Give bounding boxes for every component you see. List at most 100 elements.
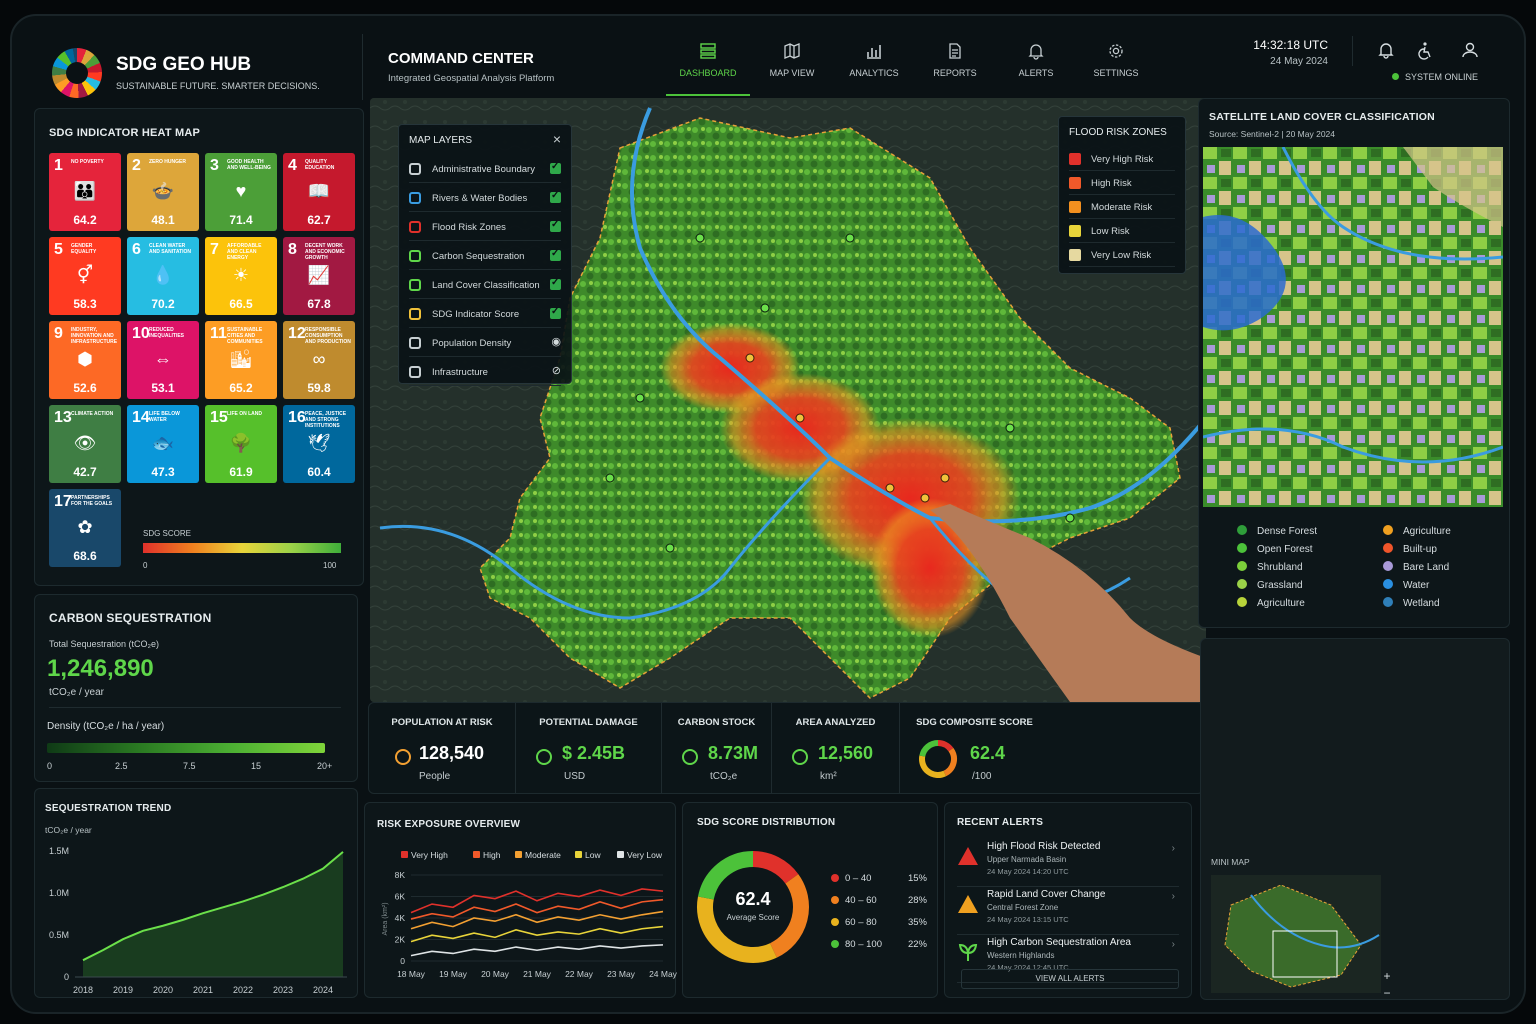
- nav-alerts[interactable]: ALERTS: [994, 42, 1078, 96]
- sdg-tile-value: 47.3: [151, 465, 175, 479]
- trend-area: [83, 851, 343, 977]
- sdg-tile-5[interactable]: 5 GENDER EQUALITY ⚥ 58.3: [49, 237, 121, 315]
- alert-title: High Carbon Sequestration Area: [987, 937, 1131, 948]
- series-line: [410, 910, 664, 930]
- sdg-tile-13[interactable]: 13 CLIMATE ACTION 👁 42.7: [49, 405, 121, 483]
- layer-toggle[interactable]: Administrative Boundary: [409, 155, 561, 183]
- alert-item[interactable]: High Flood Risk Detected Upper Narmada Ba…: [957, 839, 1179, 887]
- checkbox[interactable]: [550, 190, 561, 203]
- land-cover-legend-item: Agriculture: [1383, 525, 1451, 537]
- satellite-image[interactable]: [1203, 147, 1503, 507]
- sdg-point[interactable]: [760, 303, 770, 313]
- sdg-goal-icon: 📈: [307, 265, 331, 285]
- sdg-tile-label: SUSTAINABLE CITIES AND COMMUNITIES: [227, 327, 263, 345]
- layer-toggle[interactable]: Rivers & Water Bodies: [409, 184, 561, 212]
- notification-bell-icon[interactable]: [1376, 40, 1396, 60]
- risk-point[interactable]: [885, 483, 895, 493]
- sdg-tile-3[interactable]: 3 GOOD HEALTH AND WELL-BEING ♥ 71.4: [205, 153, 277, 231]
- risk-point[interactable]: [745, 353, 755, 363]
- sdg-tile-10[interactable]: 10 REDUCED INEQUALITIES ⇔ 53.1: [127, 321, 199, 399]
- nav-analytics[interactable]: ANALYTICS: [832, 42, 916, 96]
- sdg-tile-14[interactable]: 14 LIFE BELOW WATER 🐟 47.3: [127, 405, 199, 483]
- sdg-goal-icon: 🏙: [229, 349, 253, 369]
- layer-toggle[interactable]: Flood Risk Zones: [409, 213, 561, 241]
- nav-dashboard[interactable]: DASHBOARD: [666, 42, 750, 96]
- sdg-point[interactable]: [635, 393, 645, 403]
- legend-dot: [1383, 525, 1393, 535]
- checkbox[interactable]: [550, 277, 561, 290]
- nav-alerts-label: ALERTS: [1018, 68, 1054, 78]
- sdg-tile-8[interactable]: 8 DECENT WORK AND ECONOMIC GROWTH 📈 67.8: [283, 237, 355, 315]
- layer-toggle[interactable]: Population Density ◉: [409, 329, 561, 357]
- sdg-tile-12[interactable]: 12 RESPONSIBLE CONSUMPTION AND PRODUCTION…: [283, 321, 355, 399]
- sdg-tile-label: PARTNERSHIPS FOR THE GOALS: [71, 495, 113, 507]
- legend-dot: [831, 896, 839, 904]
- sdg-tile-11[interactable]: 11 SUSTAINABLE CITIES AND COMMUNITIES 🏙 65.…: [205, 321, 277, 399]
- sdg-tile-2[interactable]: 2 ZERO HUNGER 🍲 48.1: [127, 153, 199, 231]
- sdg-point[interactable]: [695, 233, 705, 243]
- minimap-canvas[interactable]: [1211, 875, 1381, 993]
- density-tick: 20+: [317, 761, 333, 771]
- zoom-in-button[interactable]: +: [1377, 969, 1397, 985]
- chevron-right-icon: ›: [1171, 891, 1175, 902]
- y-tick-label: 6K: [395, 892, 406, 902]
- checkbox[interactable]: [550, 161, 561, 174]
- sdg-point[interactable]: [605, 473, 615, 483]
- sdg-tile-4[interactable]: 4 QUALITY EDUCATION 📖 62.7: [283, 153, 355, 231]
- sdg-point[interactable]: [845, 233, 855, 243]
- divider: [1352, 36, 1353, 66]
- sdg-tile-15[interactable]: 15 LIFE ON LAND 🌳 61.9: [205, 405, 277, 483]
- x-tick-label: 18 May: [397, 969, 426, 979]
- kpi-value: 8.73M: [708, 743, 759, 763]
- legend-swatch: [401, 851, 408, 858]
- accessibility-icon[interactable]: [1415, 40, 1435, 60]
- sdg-point[interactable]: [665, 543, 675, 553]
- sdg-tile-9[interactable]: 9 INDUSTRY, INNOVATION AND INFRASTRUCTURE…: [49, 321, 121, 399]
- donut-slice[interactable]: [752, 851, 799, 884]
- sdg-goal-icon: 🐟: [151, 433, 175, 453]
- sdg-tile-1[interactable]: 1 NO POVERTY 👪 64.2: [49, 153, 121, 231]
- risk-point[interactable]: [920, 493, 930, 503]
- y-tick-label: 0.5M: [49, 930, 69, 940]
- legend-dot: [1237, 597, 1247, 607]
- legend-label: Grassland: [1257, 580, 1303, 591]
- kpi-unit: km²: [820, 771, 837, 782]
- view-all-alerts-button[interactable]: VIEW ALL ALERTS: [961, 969, 1179, 989]
- eye-icon[interactable]: ◉: [551, 335, 561, 348]
- nav-settings[interactable]: SETTINGS: [1074, 42, 1158, 96]
- checkbox[interactable]: [550, 248, 561, 261]
- flood-legend-item: High Risk: [1069, 171, 1175, 195]
- layer-toggle[interactable]: Land Cover Classification: [409, 271, 561, 299]
- sdg-tile-6[interactable]: 6 CLEAN WATER AND SANITATION 💧 70.2: [127, 237, 199, 315]
- sdg-tile-7[interactable]: 7 AFFORDABLE AND CLEAN ENERGY ☀ 66.5: [205, 237, 277, 315]
- sdg-point[interactable]: [1065, 513, 1075, 523]
- alert-item[interactable]: Rapid Land Cover Change Central Forest Zo…: [957, 887, 1179, 935]
- layer-toggle[interactable]: Carbon Sequestration: [409, 242, 561, 270]
- risk-point[interactable]: [795, 413, 805, 423]
- sdg-tile-16[interactable]: 16 PEACE, JUSTICE AND STRONG INSTITUTIONS…: [283, 405, 355, 483]
- dashboard-icon: [700, 43, 716, 59]
- main-map[interactable]: MAP LAYERS × Administrative Boundary Rive…: [370, 98, 1206, 702]
- carbon-density-label: Density (tCO₂e / ha / year): [47, 721, 165, 732]
- nav-reports[interactable]: REPORTS: [913, 42, 997, 96]
- nav-map-view[interactable]: MAP VIEW: [750, 42, 834, 96]
- eye-off-icon[interactable]: ⊘: [552, 364, 561, 377]
- risk-point[interactable]: [940, 473, 950, 483]
- flood-legend-label: Moderate Risk: [1091, 202, 1153, 213]
- map-layers-title: MAP LAYERS: [409, 135, 472, 146]
- map-icon: [784, 43, 800, 59]
- x-tick-label: 2021: [193, 985, 213, 995]
- layer-toggle[interactable]: Infrastructure ⊘: [409, 358, 561, 386]
- close-icon[interactable]: ×: [553, 131, 561, 147]
- layer-label: Administrative Boundary: [432, 164, 535, 175]
- y-axis-label: Area (km²): [382, 902, 389, 935]
- zoom-out-button[interactable]: −: [1377, 987, 1397, 999]
- slice-percent: 28%: [908, 895, 928, 906]
- user-icon[interactable]: [1460, 40, 1480, 60]
- sdg-tile-17[interactable]: 17 PARTNERSHIPS FOR THE GOALS ✿ 68.6: [49, 489, 121, 567]
- layer-toggle[interactable]: SDG Indicator Score: [409, 300, 561, 328]
- checkbox[interactable]: [550, 219, 561, 232]
- checkbox[interactable]: [550, 306, 561, 319]
- legend-label: 0 – 40: [845, 873, 871, 884]
- sdg-point[interactable]: [1005, 423, 1015, 433]
